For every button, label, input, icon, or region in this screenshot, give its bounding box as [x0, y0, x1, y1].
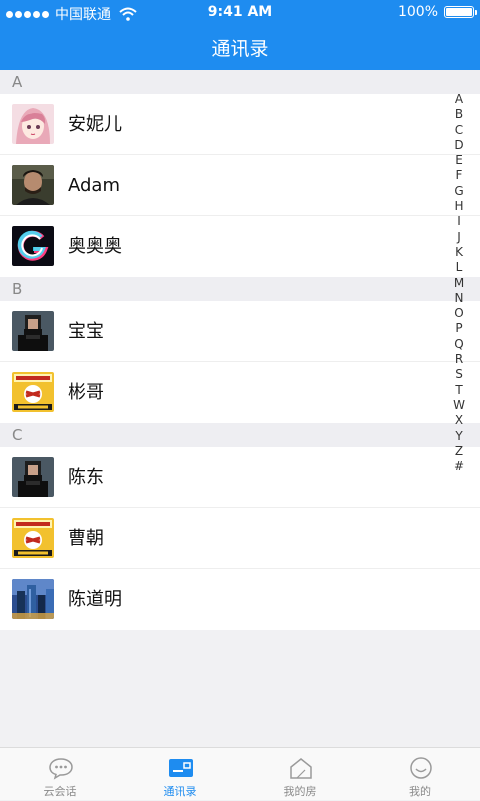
contact-name: 安妮儿 [68, 114, 122, 135]
status-bar: 中国联通 9:41 AM 100% [0, 0, 480, 24]
tab-label: 云会话 [43, 785, 77, 798]
anime-girl-avatar [12, 104, 54, 144]
index-letter[interactable]: A [455, 92, 463, 107]
index-letter[interactable]: R [455, 352, 463, 367]
tab-contacts[interactable]: 通讯录 [120, 748, 240, 801]
tab-label: 通讯录 [163, 785, 197, 798]
index-letter[interactable]: T [455, 383, 462, 398]
index-letter[interactable]: M [454, 276, 464, 291]
battery-icon [444, 6, 477, 18]
battery-percent: 100% [397, 4, 438, 20]
section-header-c: C [0, 423, 480, 447]
section-header-b: B [0, 277, 480, 301]
contacts-card-icon [168, 756, 194, 780]
tab-bar: 云会话 通讯录 我的房 我的 [0, 747, 480, 800]
alphabet-index[interactable]: A B C D E F G H I J K L M N O P Q R S T W X Y Z # [450, 92, 468, 474]
tab-my-rooms[interactable]: 我的房 [240, 748, 360, 801]
index-letter[interactable]: I [457, 214, 461, 229]
cigarette-pack-avatar [12, 372, 54, 412]
contact-row[interactable]: 宝宝 [0, 301, 480, 362]
index-letter[interactable]: P [455, 321, 462, 336]
index-letter[interactable]: F [456, 168, 463, 183]
index-letter[interactable]: S [455, 367, 463, 382]
contact-row[interactable]: 陈道明 [0, 569, 480, 630]
tab-me[interactable]: 我的 [360, 748, 480, 801]
contact-name: 奥奥奥 [68, 236, 122, 257]
contact-name: Adam [68, 175, 120, 196]
contact-row[interactable]: 奥奥奥 [0, 216, 480, 277]
contact-name: 曹朝 [68, 528, 104, 549]
index-letter[interactable]: G [454, 184, 463, 199]
index-letter[interactable]: X [455, 413, 463, 428]
pixel-person-avatar [12, 311, 54, 351]
status-right: 100% [397, 4, 477, 20]
man-photo-avatar [12, 165, 54, 205]
city-skyline-avatar [12, 579, 54, 619]
navigation-bar: 通讯录 [0, 24, 480, 70]
cigarette-pack-avatar [12, 518, 54, 558]
contact-row[interactable]: 陈东 [0, 447, 480, 508]
g-logo-avatar [12, 226, 54, 266]
contact-name: 陈东 [68, 467, 104, 488]
tab-conversations[interactable]: 云会话 [0, 748, 120, 801]
index-letter[interactable]: # [454, 459, 464, 474]
index-letter[interactable]: D [454, 138, 463, 153]
index-letter[interactable]: K [455, 245, 463, 260]
contact-name: 宝宝 [68, 321, 104, 342]
house-icon [288, 756, 314, 780]
pixel-person-avatar [12, 457, 54, 497]
chat-bubble-icon [48, 756, 74, 780]
section-header-a: A [0, 70, 480, 94]
contact-row[interactable]: Adam [0, 155, 480, 216]
index-letter[interactable]: W [453, 398, 465, 413]
index-letter[interactable]: H [454, 199, 463, 214]
index-letter[interactable]: Y [455, 429, 462, 444]
index-letter[interactable]: B [455, 107, 463, 122]
index-letter[interactable]: O [454, 306, 463, 321]
section-group: 陈东 曹朝 陈道明 [0, 447, 480, 630]
index-letter[interactable]: C [455, 123, 463, 138]
index-letter[interactable]: N [455, 291, 464, 306]
contact-row[interactable]: 彬哥 [0, 362, 480, 423]
contact-name: 陈道明 [68, 589, 122, 610]
tab-label: 我的房 [283, 785, 317, 798]
index-letter[interactable]: E [455, 153, 463, 168]
contact-list: A 安妮儿 Adam 奥奥奥 B 宝宝 彬哥 C 陈东 曹朝 陈道明 [0, 70, 480, 630]
section-group: 宝宝 彬哥 [0, 301, 480, 423]
index-letter[interactable]: J [457, 230, 461, 245]
section-group: 安妮儿 Adam 奥奥奥 [0, 94, 480, 277]
index-letter[interactable]: Z [455, 444, 463, 459]
contact-row[interactable]: 曹朝 [0, 508, 480, 569]
page-title: 通讯录 [211, 38, 269, 60]
index-letter[interactable]: Q [454, 337, 463, 352]
tab-label: 我的 [409, 785, 431, 798]
contact-row[interactable]: 安妮儿 [0, 94, 480, 155]
index-letter[interactable]: L [456, 260, 463, 275]
contact-name: 彬哥 [68, 382, 104, 403]
smiley-icon [408, 756, 434, 780]
